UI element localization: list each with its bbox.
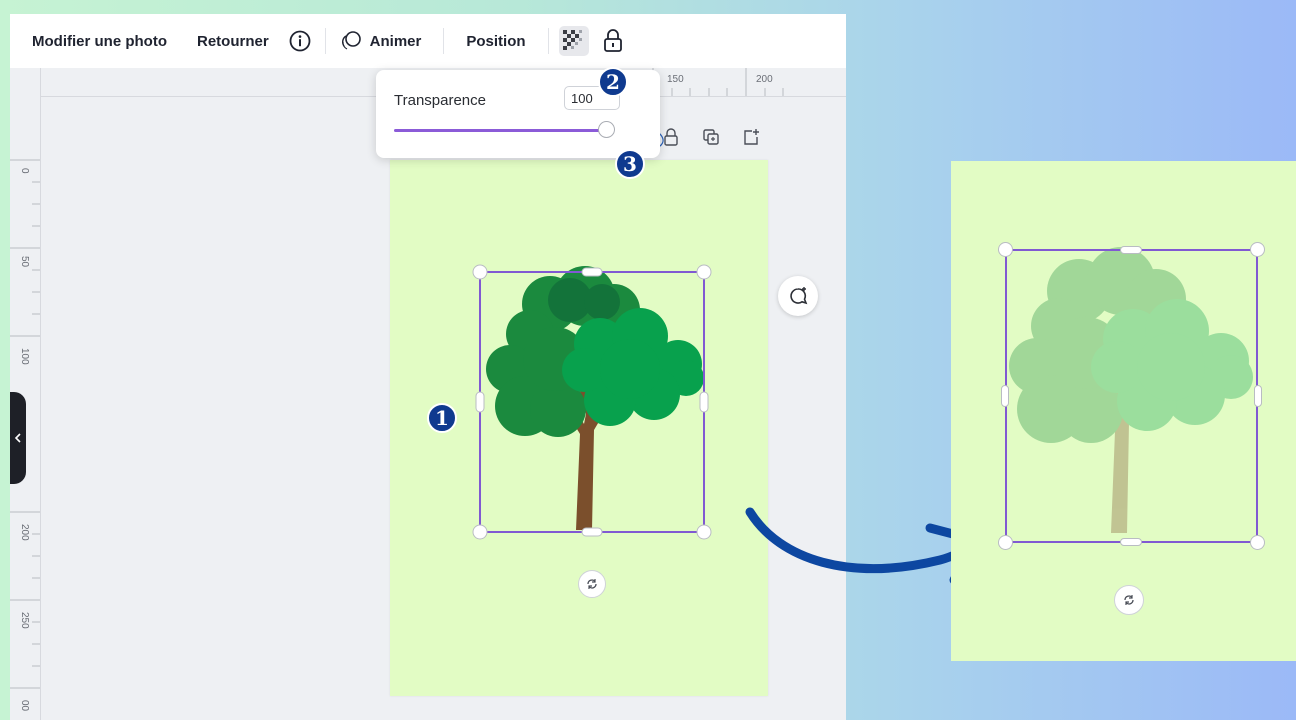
resize-handle-edge[interactable] bbox=[1120, 538, 1142, 546]
add-page-icon[interactable] bbox=[742, 128, 760, 146]
resize-handle-corner[interactable] bbox=[1250, 535, 1265, 550]
canva-editor: Modifier une photo Retourner Animer Posi… bbox=[10, 14, 846, 720]
transparency-slider-track[interactable] bbox=[394, 129, 608, 132]
rotate-icon bbox=[587, 579, 597, 589]
add-comment-button[interactable] bbox=[778, 276, 818, 316]
step-badge-3: 3 bbox=[615, 149, 645, 179]
step-badge-2: 2 bbox=[598, 67, 628, 97]
resize-handle-corner[interactable] bbox=[998, 535, 1013, 550]
transparency-slider-thumb[interactable] bbox=[598, 121, 615, 138]
resize-handle-corner[interactable] bbox=[1250, 242, 1265, 257]
resize-handle-corner[interactable] bbox=[998, 242, 1013, 257]
rotate-button[interactable] bbox=[578, 570, 606, 598]
selection-frame-result[interactable] bbox=[1005, 249, 1258, 543]
resize-handle-edge[interactable] bbox=[1120, 246, 1142, 254]
transparency-label: Transparence bbox=[394, 92, 486, 109]
lock-element-icon[interactable] bbox=[662, 128, 680, 146]
resize-handle-edge[interactable] bbox=[1254, 385, 1262, 407]
rotate-icon bbox=[1124, 595, 1134, 605]
element-actions bbox=[662, 128, 760, 146]
step-badge-1: 1 bbox=[427, 403, 457, 433]
comment-icon bbox=[790, 287, 808, 305]
duplicate-icon[interactable] bbox=[702, 128, 720, 146]
rotate-button-result[interactable] bbox=[1114, 585, 1144, 615]
result-preview-panel bbox=[951, 161, 1296, 661]
resize-handle-edge[interactable] bbox=[1001, 385, 1009, 407]
